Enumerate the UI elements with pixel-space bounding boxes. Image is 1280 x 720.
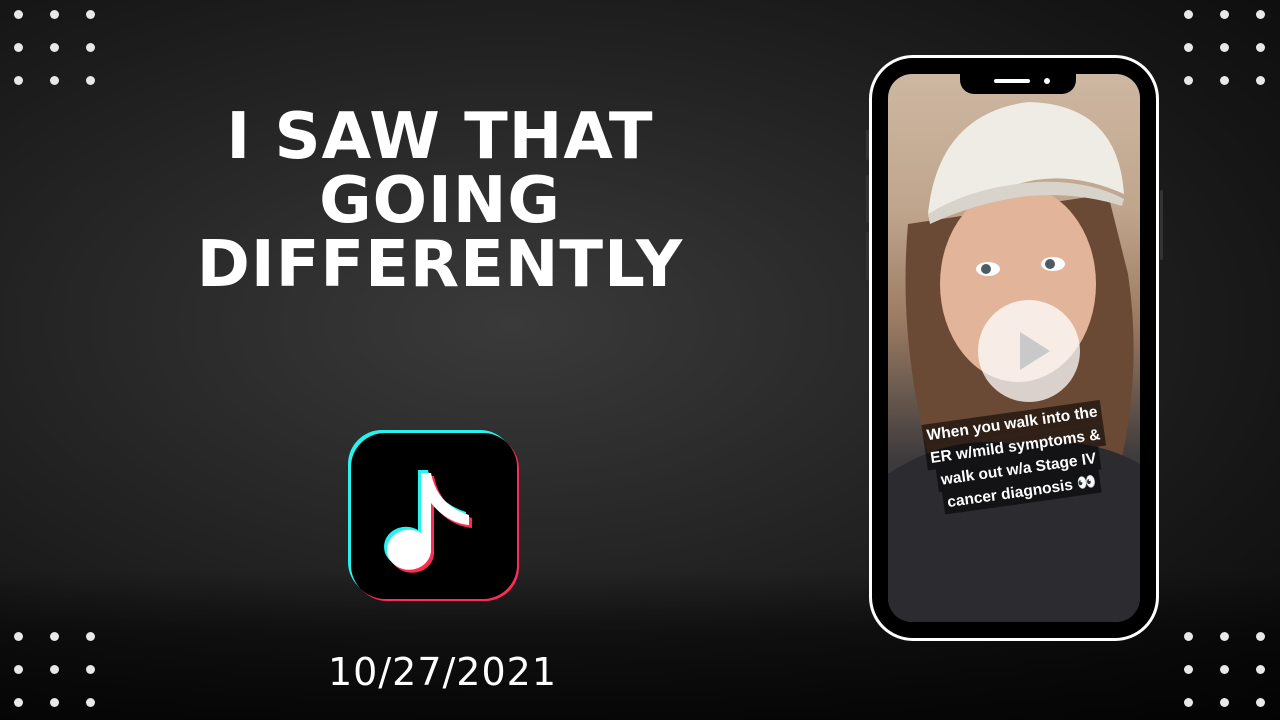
video-thumbnail[interactable]: When you walk into the ER w/mild symptom… [888, 74, 1140, 622]
music-note-icon [384, 470, 472, 573]
headline-line-1: I SAW THAT [226, 100, 654, 174]
tiktok-icon[interactable] [348, 430, 519, 601]
decorative-dots-bottom-right [1182, 630, 1272, 707]
headline-line-2: GOING [319, 164, 561, 238]
decorative-dots-top-right [1182, 8, 1272, 85]
phone-mockup: When you walk into the ER w/mild symptom… [869, 55, 1159, 641]
headline-line-3: DIFFERENTLY [196, 228, 684, 302]
phone-notch [960, 74, 1076, 94]
play-icon [1020, 332, 1050, 370]
phone-power-button [1160, 190, 1163, 260]
play-button[interactable] [978, 300, 1080, 402]
decorative-dots-bottom-left [12, 630, 102, 707]
post-date: 10/27/2021 [327, 650, 558, 694]
camera-icon [1044, 78, 1050, 84]
decorative-dots-top-left [12, 8, 102, 85]
headline: I SAW THAT GOING DIFFERENTLY [160, 105, 720, 297]
